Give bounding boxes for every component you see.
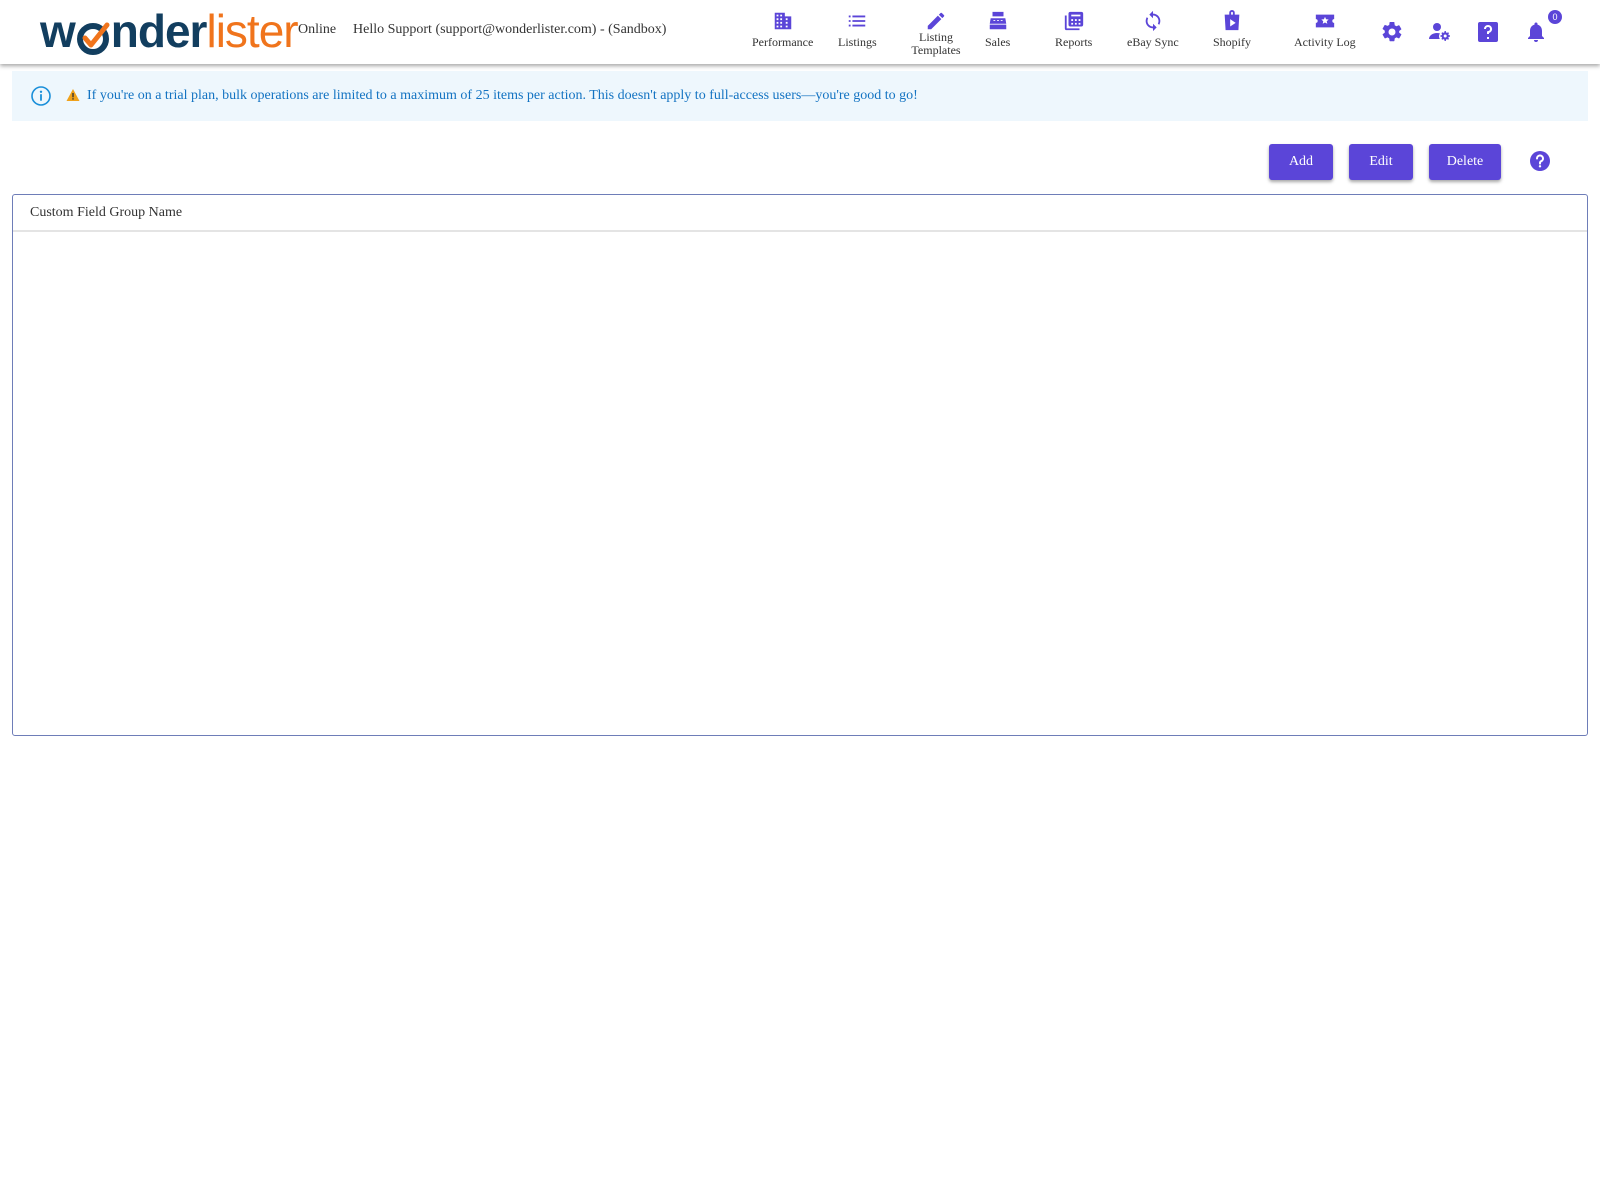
- logo-text-lister: lister: [206, 5, 298, 57]
- cash-register-icon: [989, 11, 1006, 30]
- logo-text-w: w: [40, 5, 76, 57]
- notification-count-badge: 0: [1548, 10, 1562, 24]
- online-status: Online: [298, 22, 337, 37]
- trial-info-banner: If you're on a trial plan, bulk operatio…: [12, 71, 1588, 121]
- column-header-custom-field-group-name[interactable]: Custom Field Group Name: [30, 205, 182, 221]
- nav-label-listing-templates: Listing Templates: [911, 30, 961, 57]
- edit-button[interactable]: Edit: [1349, 144, 1413, 180]
- user-settings-button[interactable]: [1428, 20, 1452, 44]
- grid-body: [13, 232, 1587, 732]
- user-greeting: Hello Support (support@wonderlister.com)…: [353, 22, 667, 37]
- pencil-icon: [927, 12, 945, 30]
- top-bar: w nder lister Online Hello Support (supp…: [0, 0, 1600, 64]
- bell-icon: [1528, 22, 1544, 42]
- question-square-icon: [1478, 22, 1498, 42]
- delete-button[interactable]: Delete: [1429, 144, 1501, 180]
- shopify-bag-icon: [1224, 10, 1240, 31]
- nav-label-performance: Performance: [752, 35, 814, 49]
- settings-button[interactable]: [1380, 20, 1404, 44]
- sync-icon: [1145, 10, 1161, 32]
- nav-label-shopify: Shopify: [1213, 35, 1252, 49]
- add-button[interactable]: Add: [1269, 144, 1333, 180]
- list-icon: [849, 15, 866, 27]
- user-gear-icon: [1429, 23, 1450, 41]
- help-question-icon[interactable]: [1529, 150, 1551, 172]
- logo-check-icon: [76, 16, 110, 55]
- nav-listings[interactable]: Listings: [838, 10, 877, 60]
- wonderlister-logo[interactable]: w nder lister: [40, 5, 299, 57]
- grid-header-row: Custom Field Group Name: [13, 195, 1587, 232]
- nav-ebay-sync[interactable]: eBay Sync: [1127, 10, 1179, 60]
- nav-label-ebay-sync: eBay Sync: [1127, 35, 1179, 49]
- info-icon: [31, 86, 51, 106]
- nav-reports[interactable]: Reports: [1055, 10, 1092, 60]
- help-center-button[interactable]: [1476, 20, 1500, 44]
- nav-performance[interactable]: Performance: [752, 10, 813, 60]
- nav-shopify[interactable]: Shopify: [1213, 10, 1251, 60]
- nav-activity-log[interactable]: Activity Log: [1294, 10, 1356, 60]
- reports-icon: [1064, 11, 1083, 31]
- ticket-star-icon: [1315, 14, 1334, 28]
- gear-icon: [1382, 21, 1402, 42]
- nav-sales[interactable]: Sales: [985, 10, 1010, 60]
- nav-label-reports: Reports: [1055, 35, 1093, 49]
- custom-field-groups-grid: Custom Field Group Name: [12, 194, 1588, 736]
- nav-label-activity-log: Activity Log: [1294, 35, 1356, 49]
- nav-listing-templates[interactable]: Listing Templates: [910, 10, 962, 60]
- logo-text-nder: nder: [110, 5, 208, 57]
- nav-label-listings: Listings: [838, 35, 877, 49]
- warning-icon: [66, 89, 80, 101]
- banner-message: If you're on a trial plan, bulk operatio…: [87, 88, 918, 103]
- nav-label-sales: Sales: [985, 35, 1011, 49]
- building-icon: [774, 12, 791, 30]
- notifications-button[interactable]: [1524, 20, 1548, 44]
